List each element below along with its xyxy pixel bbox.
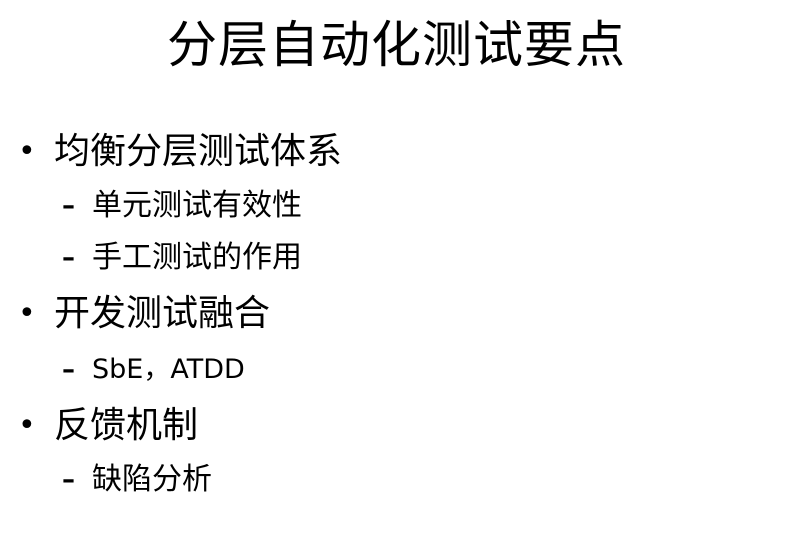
bullet-item: • 均衡分层测试体系 <box>18 130 342 174</box>
dash-marker: – <box>62 243 75 273</box>
slide: 分层自动化测试要点 • 均衡分层测试体系 – 单元测试有效性 – 手工测试的作用… <box>0 0 793 556</box>
bullet-text: 开发测试融合 <box>54 293 271 334</box>
sub-bullet-text: 缺陷分析 <box>92 462 212 497</box>
sub-bullet-item: – SbE，ATDD <box>62 352 245 388</box>
bullet-text: 反馈机制 <box>54 405 199 446</box>
sub-bullet-text: SbE，ATDD <box>92 354 245 385</box>
sub-bullet-item: – 单元测试有效性 <box>62 188 302 224</box>
bullet-marker: • <box>18 134 36 169</box>
bullet-text: 均衡分层测试体系 <box>54 131 343 172</box>
dash-marker: – <box>62 191 75 221</box>
bullet-list: • 均衡分层测试体系 – 单元测试有效性 – 手工测试的作用 • 开发测试融合 … <box>0 0 793 556</box>
sub-bullet-text: 单元测试有效性 <box>92 188 302 223</box>
dash-marker: – <box>62 465 75 495</box>
bullet-marker: • <box>18 296 36 331</box>
bullet-marker: • <box>18 408 36 443</box>
bullet-item: • 反馈机制 <box>18 404 198 448</box>
bullet-item: • 开发测试融合 <box>18 292 270 336</box>
sub-bullet-text: 手工测试的作用 <box>92 240 302 275</box>
sub-bullet-item: – 手工测试的作用 <box>62 240 302 276</box>
dash-marker: – <box>62 355 75 385</box>
sub-bullet-item: – 缺陷分析 <box>62 462 212 498</box>
